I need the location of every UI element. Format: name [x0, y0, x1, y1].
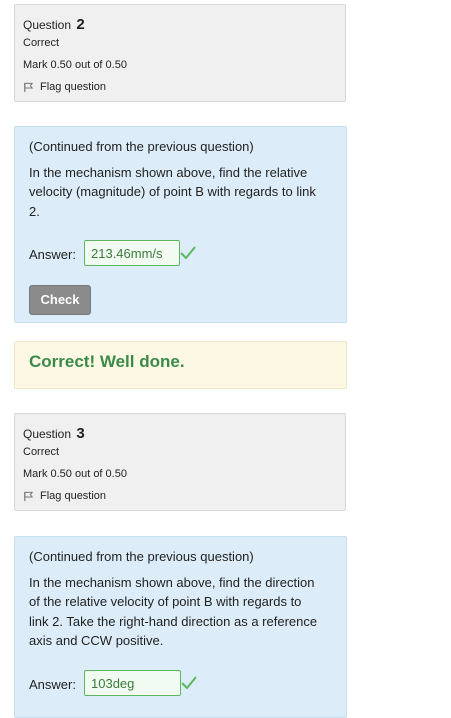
- question-3-number: Question 3: [23, 425, 85, 442]
- flag-label: Flag question: [40, 81, 107, 93]
- check-button[interactable]: Check: [29, 285, 91, 315]
- question-text-intro: (Continued from the previous question): [29, 139, 254, 154]
- question-2-formulation: (Continued from the previous question) I…: [14, 126, 347, 323]
- question-text-intro: (Continued from the previous question): [29, 549, 254, 564]
- question-2-text: (Continued from the previous question) I…: [29, 137, 319, 227]
- answer-input[interactable]: 213.46mm/s: [84, 240, 180, 266]
- checkmark-icon: [180, 246, 196, 260]
- question-number: 3: [76, 425, 85, 442]
- question-number: 2: [76, 16, 85, 33]
- flag-icon: [24, 82, 34, 92]
- question-3-text: (Continued from the previous question) I…: [29, 547, 319, 657]
- flag-icon: [24, 491, 34, 501]
- question-2-status: Correct: [23, 37, 60, 49]
- question-3-info: Question 3 Correct Mark 0.50 out of 0.50…: [14, 413, 346, 511]
- question-text-body: In the mechanism shown above, find the r…: [29, 164, 316, 219]
- question-2-mark: Mark 0.50 out of 0.50: [23, 59, 127, 71]
- question-3-status: Correct: [23, 446, 60, 458]
- question-2-flag-button[interactable]: Flag question: [23, 81, 106, 93]
- question-text-body: In the mechanism shown above, find the d…: [29, 574, 318, 649]
- feedback-text: Correct! Well done.: [29, 352, 185, 371]
- question-3-mark: Mark 0.50 out of 0.50: [23, 468, 127, 480]
- answer-label: Answer:: [29, 247, 76, 262]
- answer-input[interactable]: 103deg: [84, 670, 181, 696]
- question-2-info: Question 2 Correct Mark 0.50 out of 0.50…: [14, 4, 346, 102]
- question-label: Question: [23, 427, 72, 441]
- question-3-flag-button[interactable]: Flag question: [23, 490, 106, 502]
- answer-label: Answer:: [29, 677, 76, 692]
- checkmark-icon: [181, 676, 197, 690]
- flag-label: Flag question: [40, 490, 107, 502]
- question-2-number: Question 2: [23, 16, 85, 33]
- question-3-formulation: (Continued from the previous question) I…: [14, 536, 347, 718]
- feedback-box: Correct! Well done.: [14, 341, 347, 389]
- question-label: Question: [23, 18, 72, 32]
